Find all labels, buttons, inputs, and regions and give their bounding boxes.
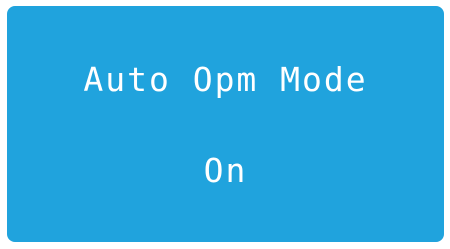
mode-value: On (203, 151, 248, 190)
status-panel[interactable]: Auto Opm Mode On (7, 6, 444, 242)
mode-title: Auto Opm Mode (83, 60, 368, 99)
